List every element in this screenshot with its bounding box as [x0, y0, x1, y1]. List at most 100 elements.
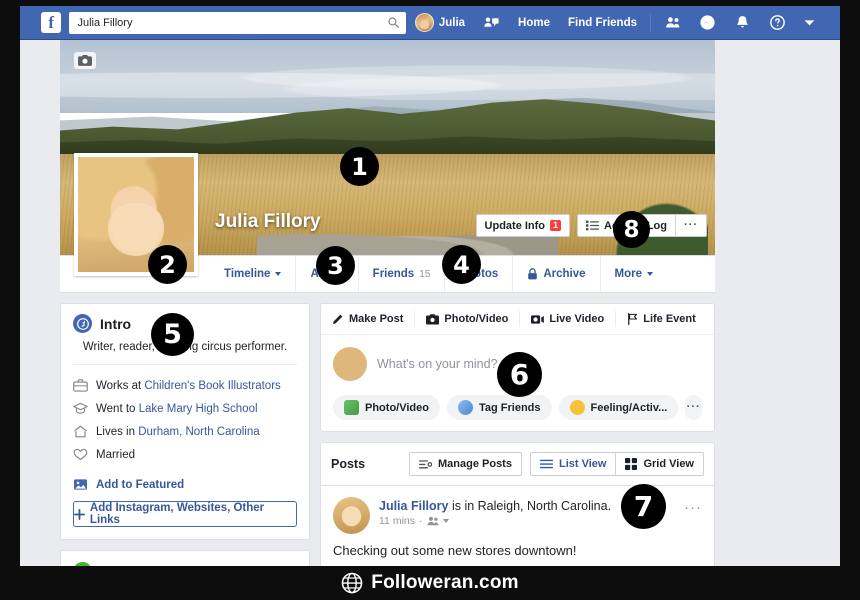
- chevron-down-icon: [647, 272, 653, 276]
- composer-tabs: Make Post Photo/Video: [321, 304, 714, 335]
- add-links-button[interactable]: Add Instagram, Websites, Other Links: [73, 501, 297, 527]
- camera-icon: [78, 55, 92, 66]
- tab-more[interactable]: More: [601, 256, 667, 292]
- tag-friends-icon: [458, 400, 473, 415]
- device-bezel: f Julia Fillory Julia: [0, 0, 860, 600]
- intro-row-relationship: Married: [73, 443, 297, 466]
- add-links-label: Add Instagram, Websites, Other Links: [90, 502, 296, 526]
- account-menu-button[interactable]: [795, 19, 824, 27]
- help-button[interactable]: [760, 14, 795, 31]
- facebook-navbar: f Julia Fillory Julia: [20, 6, 840, 40]
- grid-view-button[interactable]: Grid View: [615, 452, 704, 476]
- camera-icon: [426, 314, 439, 325]
- plus-icon: [74, 509, 85, 520]
- annotation-marker-2: 2: [148, 245, 187, 284]
- manage-posts-button[interactable]: Manage Posts: [409, 452, 522, 476]
- composer-tab-live-video[interactable]: Live Video: [520, 311, 616, 327]
- help-question-icon: [769, 14, 786, 31]
- intro-details-list: Works at Children's Book Illustrators We…: [61, 365, 309, 470]
- manage-posts-label: Manage Posts: [438, 458, 512, 470]
- composer-tab-life-event[interactable]: Life Event: [616, 311, 707, 327]
- lock-icon: [527, 268, 538, 280]
- annotation-marker-7: 7: [621, 484, 666, 529]
- chevron-down-icon: [275, 272, 281, 276]
- intro-row-city-link[interactable]: Durham, North Carolina: [138, 426, 259, 438]
- search-icon: [387, 16, 400, 29]
- composer-actions: Photo/Video Tag Friends Feeling/Activ...: [321, 395, 714, 431]
- chevron-down-icon[interactable]: [443, 519, 449, 523]
- edit-cover-photo-button[interactable]: [74, 52, 96, 69]
- add-to-featured-button[interactable]: Add to Featured: [61, 470, 309, 494]
- composer-input[interactable]: What's on your mind?: [377, 357, 498, 371]
- update-info-button[interactable]: Update Info 1: [476, 214, 571, 237]
- annotation-marker-4: 4: [442, 245, 481, 284]
- intro-row-city-text: Lives in Durham, North Carolina: [96, 426, 260, 438]
- list-view-icon: [540, 459, 553, 469]
- update-info-label: Update Info: [485, 220, 546, 232]
- intro-row-work-link[interactable]: Children's Book Illustrators: [144, 380, 280, 392]
- cover-more-button[interactable]: ···: [675, 214, 707, 237]
- post-menu-button[interactable]: ···: [684, 497, 702, 515]
- info-glyph-icon: [77, 318, 89, 330]
- facebook-logo-icon[interactable]: f: [41, 12, 61, 33]
- composer-tab-photo-video[interactable]: Photo/Video: [415, 311, 520, 327]
- grid-view-label: Grid View: [643, 458, 694, 470]
- tab-friends[interactable]: Friends 15: [359, 256, 446, 292]
- browser-screen: f Julia Fillory Julia: [20, 6, 840, 566]
- post-author-name[interactable]: Julia Fillory: [379, 499, 448, 513]
- composer-tab-live-video-label: Live Video: [549, 313, 604, 325]
- search-input[interactable]: Julia Fillory: [69, 12, 405, 34]
- intro-row-school-text: Went to Lake Mary High School: [96, 403, 258, 415]
- nav-profile-link[interactable]: Julia: [406, 13, 474, 32]
- composer-feeling-chip-label: Feeling/Activ...: [591, 402, 668, 414]
- intro-row-work: Works at Children's Book Illustrators: [73, 374, 297, 397]
- avatar: [333, 347, 367, 381]
- list-view-button[interactable]: List View: [530, 452, 615, 476]
- messenger-tag-icon: [483, 14, 500, 31]
- avatar[interactable]: [333, 497, 370, 534]
- composer-tab-make-post-label: Make Post: [349, 313, 403, 325]
- friend-requests-button[interactable]: [655, 14, 690, 31]
- intro-row-work-text: Works at Children's Book Illustrators: [96, 380, 281, 392]
- photos-card: Photos Add Photo: [60, 550, 310, 566]
- messages-button[interactable]: [690, 14, 725, 31]
- home-icon: [73, 424, 88, 439]
- notifications-button[interactable]: [725, 14, 760, 31]
- manage-sliders-icon: [419, 459, 432, 470]
- tab-timeline-label: Timeline: [224, 268, 270, 280]
- annotation-marker-8: 8: [613, 211, 650, 248]
- annotation-marker-5: 5: [151, 313, 194, 356]
- intro-row-relationship-text: Married: [96, 449, 135, 461]
- list-view-icon: [586, 220, 599, 231]
- more-dots-label: ···: [684, 220, 698, 231]
- tab-friends-count: 15: [419, 269, 430, 280]
- intro-info-icon: [73, 314, 92, 333]
- composer-more-button[interactable]: ···: [685, 395, 702, 420]
- feeling-smiley-icon: [570, 400, 585, 415]
- tab-timeline[interactable]: Timeline: [210, 256, 296, 292]
- notifications-bell-icon: [734, 14, 751, 31]
- annotation-marker-1: 1: [340, 147, 379, 186]
- post-time[interactable]: 11 mins: [379, 515, 415, 527]
- nav-find-friends-link[interactable]: Find Friends: [559, 17, 646, 29]
- composer-photo-video-chip[interactable]: Photo/Video: [333, 395, 440, 420]
- tab-archive[interactable]: Archive: [513, 256, 600, 292]
- more-dots-label: ···: [687, 402, 701, 413]
- annotation-marker-3: 3: [316, 246, 355, 285]
- composer-feeling-chip[interactable]: Feeling/Activ...: [559, 395, 679, 420]
- pencil-icon: [332, 313, 344, 325]
- posts-toolbar: Posts Manage Posts: [320, 442, 715, 485]
- grid-view-icon: [625, 458, 637, 470]
- messenger-tag-button[interactable]: [474, 14, 509, 31]
- add-to-featured-label: Add to Featured: [96, 479, 184, 491]
- footer-text: Followeran.com: [371, 572, 518, 594]
- intro-card-title: Intro: [100, 316, 131, 332]
- composer-tab-make-post[interactable]: Make Post: [321, 311, 415, 327]
- intro-row-school-link[interactable]: Lake Mary High School: [139, 403, 258, 415]
- search-input-value: Julia Fillory: [77, 17, 386, 29]
- nav-home-link[interactable]: Home: [509, 17, 559, 29]
- composer-tag-friends-chip[interactable]: Tag Friends: [447, 395, 552, 420]
- graduation-cap-icon: [73, 401, 88, 416]
- messages-icon: [699, 14, 716, 31]
- annotation-marker-6: 6: [497, 352, 542, 397]
